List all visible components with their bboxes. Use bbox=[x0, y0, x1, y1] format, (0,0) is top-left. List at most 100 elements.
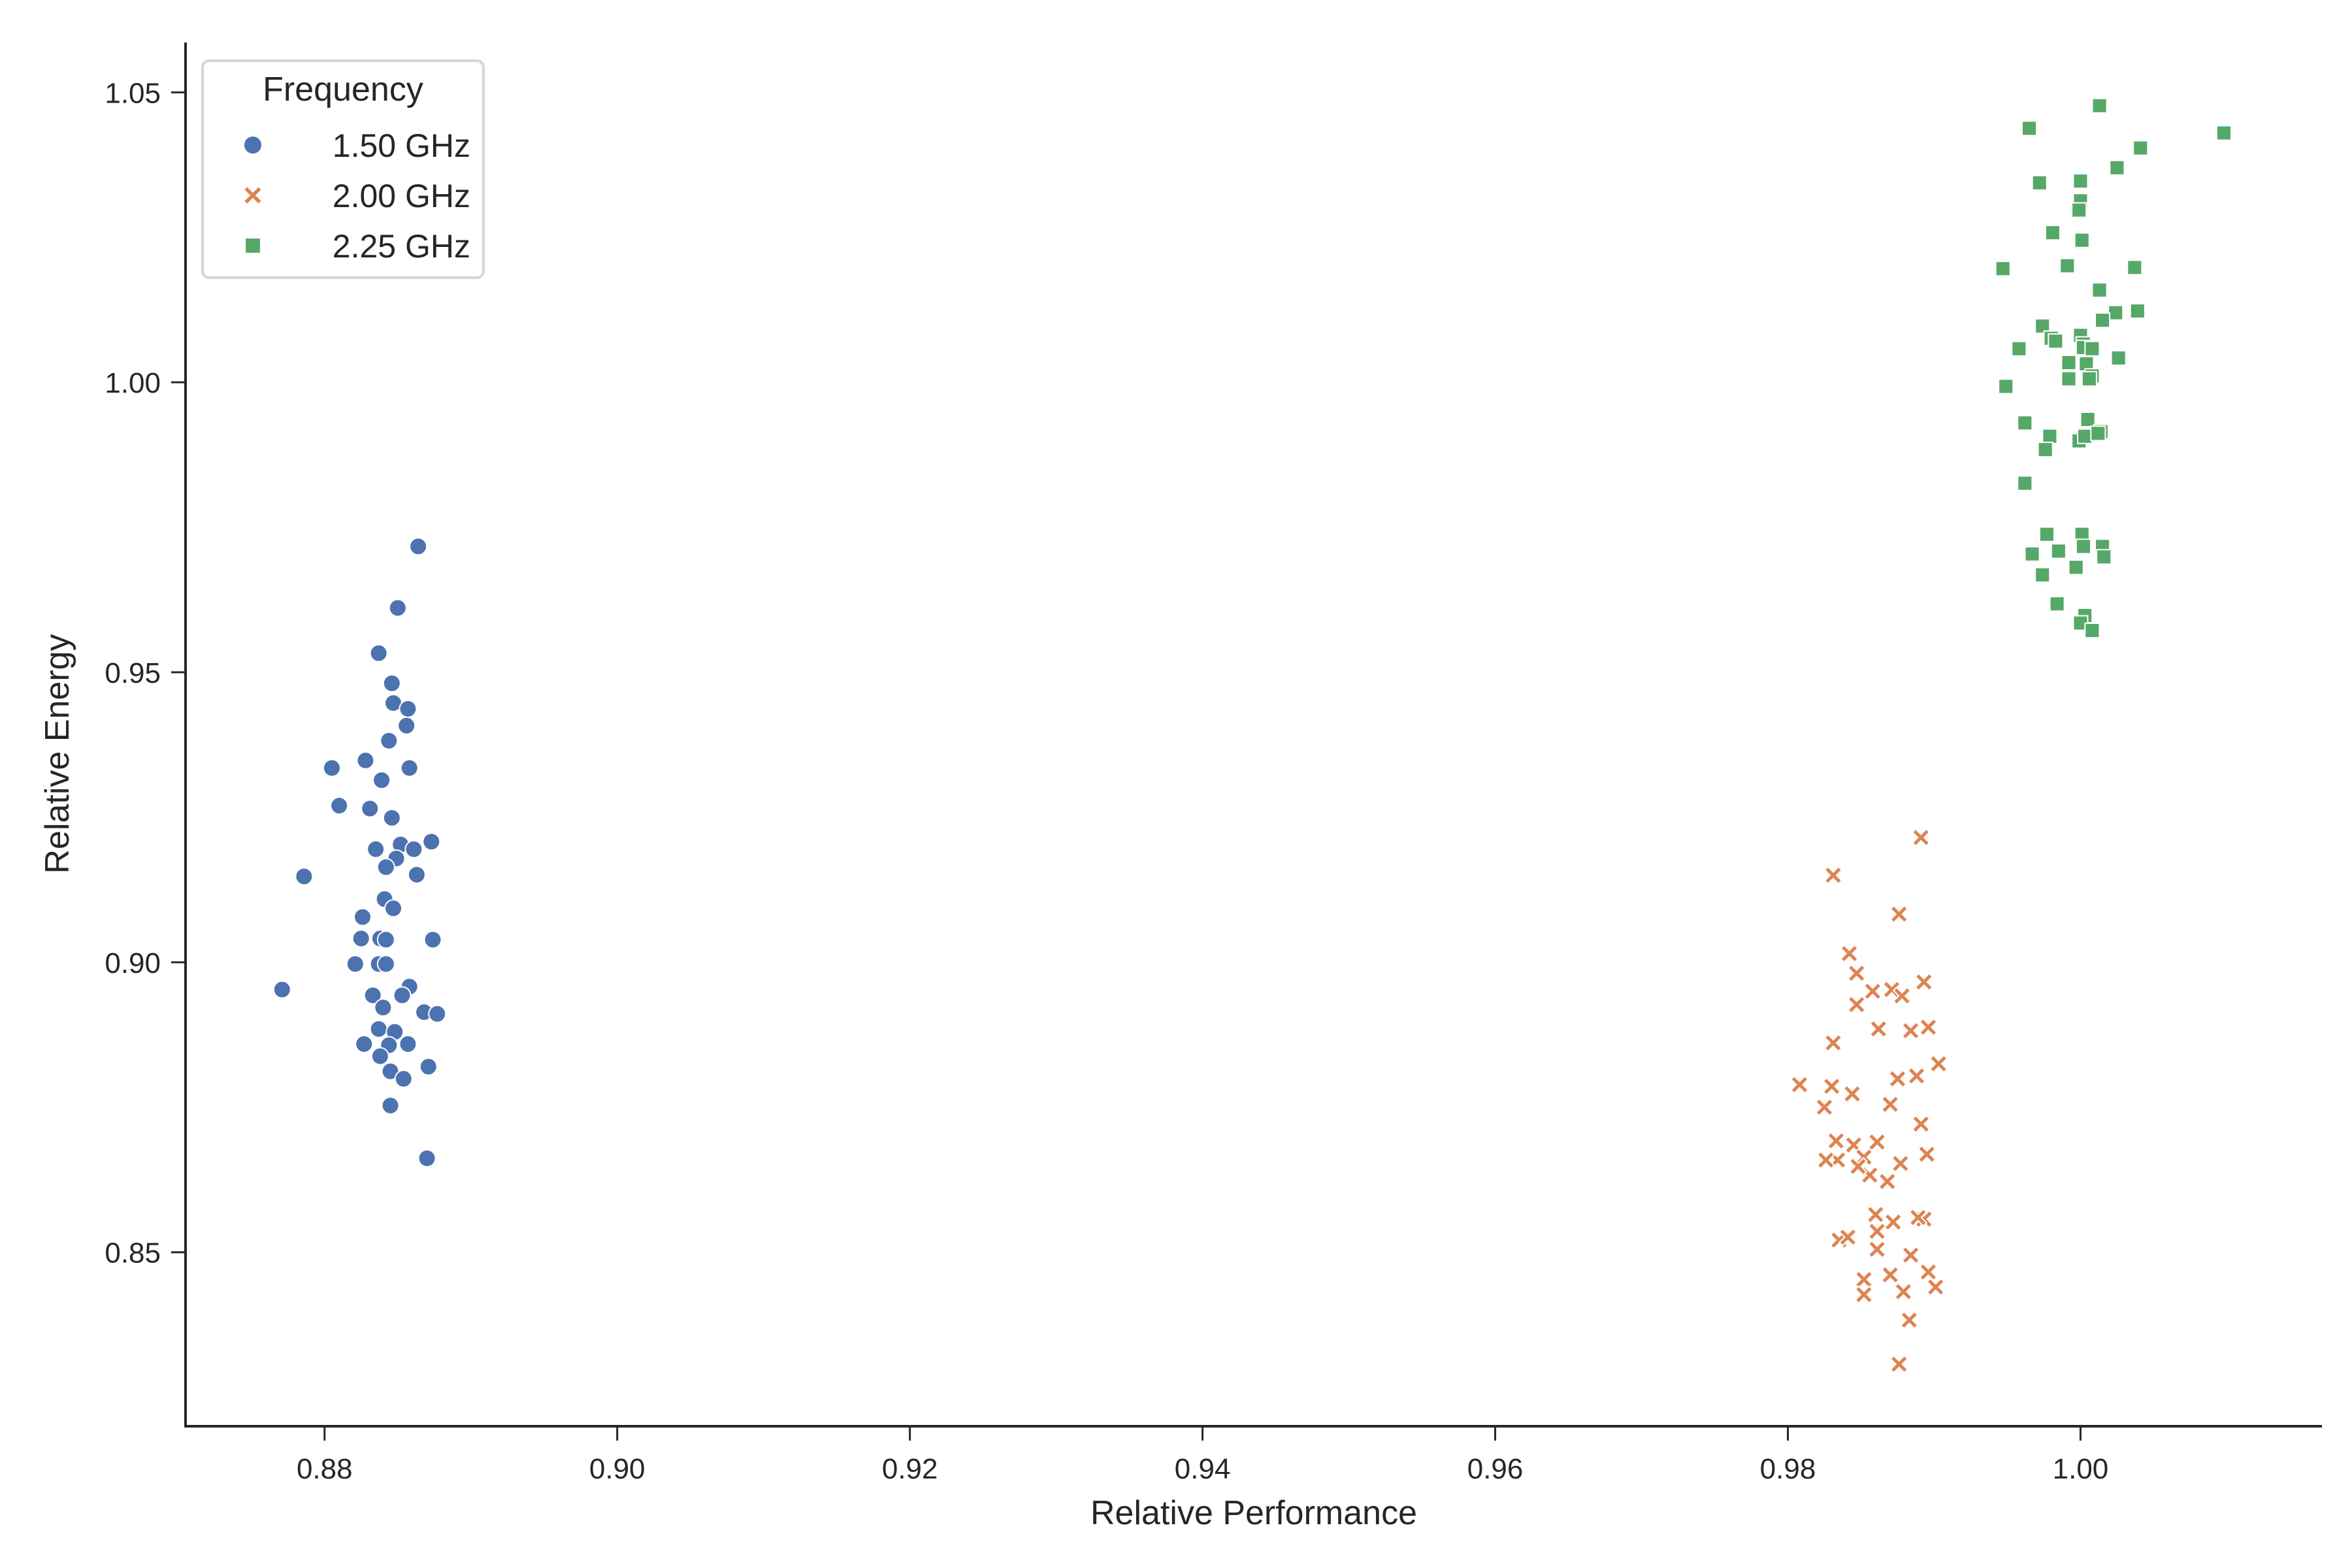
data-point bbox=[2084, 623, 2100, 639]
data-point bbox=[2094, 312, 2111, 329]
x-tick-label: 0.94 bbox=[1175, 1453, 1231, 1485]
data-point bbox=[399, 699, 417, 718]
x-tick-label: 0.88 bbox=[297, 1453, 353, 1485]
data-point bbox=[409, 537, 428, 556]
data-point bbox=[2017, 415, 2033, 431]
data-point bbox=[374, 998, 393, 1017]
data-point bbox=[369, 1019, 388, 1038]
data-point bbox=[2109, 159, 2125, 176]
data-point bbox=[419, 1057, 438, 1076]
data-point bbox=[2091, 97, 2108, 114]
data-point bbox=[2077, 428, 2093, 444]
data-point bbox=[2091, 282, 2108, 299]
data-point bbox=[2110, 350, 2127, 366]
data-point bbox=[2037, 442, 2053, 458]
data-point bbox=[355, 1035, 374, 1054]
data-point bbox=[2059, 257, 2076, 274]
data-point bbox=[2017, 475, 2033, 491]
data-point bbox=[2071, 202, 2087, 218]
data-point bbox=[380, 731, 399, 750]
data-point bbox=[2021, 120, 2038, 137]
data-point bbox=[322, 759, 341, 777]
data-point bbox=[2080, 411, 2096, 428]
x-tick-label: 0.96 bbox=[1467, 1453, 1524, 1485]
data-point bbox=[2050, 543, 2066, 559]
data-point bbox=[428, 1004, 447, 1023]
x-tick-label: 0.92 bbox=[882, 1453, 938, 1485]
data-point bbox=[2108, 304, 2124, 321]
data-point bbox=[2096, 549, 2112, 565]
data-point bbox=[2061, 370, 2077, 387]
x-tick-label: 0.90 bbox=[589, 1453, 645, 1485]
data-point bbox=[2090, 425, 2106, 442]
y-tick-label: 0.85 bbox=[105, 1237, 161, 1269]
legend-title: Frequency bbox=[263, 71, 423, 108]
data-point bbox=[356, 751, 375, 770]
data-point bbox=[417, 1149, 436, 1168]
scatter-chart: 0.88 0.90 0.92 0.94 0.96 0.98 1.00 0.85 0.90 0.9… bbox=[0, 0, 2352, 1568]
data-point bbox=[361, 799, 380, 818]
data-point bbox=[404, 840, 423, 858]
y-tick-label: 0.95 bbox=[105, 657, 161, 689]
legend-label: 1.50 GHz bbox=[333, 127, 470, 164]
data-point bbox=[376, 858, 395, 877]
x-tick-label: 1.00 bbox=[2053, 1453, 2109, 1485]
legend-label: 2.00 GHz bbox=[333, 178, 470, 214]
data-point bbox=[330, 796, 349, 815]
data-point bbox=[346, 955, 365, 973]
data-point bbox=[388, 598, 407, 617]
data-point bbox=[384, 899, 403, 918]
data-point bbox=[376, 930, 395, 949]
data-point bbox=[423, 930, 442, 949]
legend-label: 2.25 GHz bbox=[333, 228, 470, 265]
data-point bbox=[2048, 333, 2064, 350]
data-point bbox=[2215, 125, 2232, 141]
data-point bbox=[2129, 302, 2146, 319]
legend[interactable]: Frequency 1.50 GHz 2.00 GHz 2.25 GHz bbox=[201, 59, 485, 279]
data-point bbox=[382, 674, 401, 693]
data-point bbox=[397, 716, 416, 735]
y-tick-label: 1.05 bbox=[105, 77, 161, 109]
data-point bbox=[369, 644, 388, 662]
data-point bbox=[2034, 566, 2051, 583]
data-point bbox=[381, 1096, 400, 1115]
data-point bbox=[2132, 140, 2149, 156]
data-point bbox=[2024, 546, 2040, 562]
legend-marker-square-icon bbox=[244, 237, 261, 254]
data-point bbox=[422, 832, 441, 851]
data-point bbox=[2031, 174, 2048, 191]
data-point bbox=[400, 759, 419, 777]
data-point bbox=[2081, 370, 2097, 387]
data-point bbox=[1998, 378, 2014, 395]
data-point bbox=[2011, 340, 2027, 357]
data-point bbox=[2061, 354, 2077, 371]
data-point bbox=[393, 986, 412, 1005]
data-point bbox=[367, 840, 385, 858]
data-point bbox=[1995, 261, 2011, 277]
y-axis-label: Relative Energy bbox=[39, 634, 76, 874]
data-point bbox=[353, 907, 372, 926]
data-point bbox=[2042, 428, 2058, 444]
data-point bbox=[2044, 225, 2061, 241]
data-point bbox=[2127, 259, 2143, 276]
x-tick-label: 0.98 bbox=[1760, 1453, 1816, 1485]
data-point bbox=[295, 867, 314, 886]
data-point bbox=[407, 865, 426, 884]
data-point bbox=[2049, 596, 2065, 612]
data-point bbox=[2074, 232, 2090, 248]
data-point bbox=[370, 1047, 389, 1066]
data-point bbox=[272, 980, 291, 999]
data-point bbox=[2038, 526, 2055, 542]
data-point bbox=[394, 1070, 413, 1088]
x-axis-label: Relative Performance bbox=[1090, 1494, 1417, 1532]
legend-marker-circle-icon bbox=[243, 135, 263, 155]
data-point bbox=[372, 771, 391, 790]
data-point bbox=[2084, 340, 2100, 357]
data-point bbox=[351, 929, 370, 948]
data-point bbox=[2068, 559, 2084, 576]
data-point bbox=[2075, 538, 2091, 555]
data-point bbox=[399, 1035, 417, 1054]
y-tick-label: 1.00 bbox=[105, 367, 161, 399]
data-point bbox=[376, 955, 395, 973]
data-point bbox=[382, 808, 401, 827]
